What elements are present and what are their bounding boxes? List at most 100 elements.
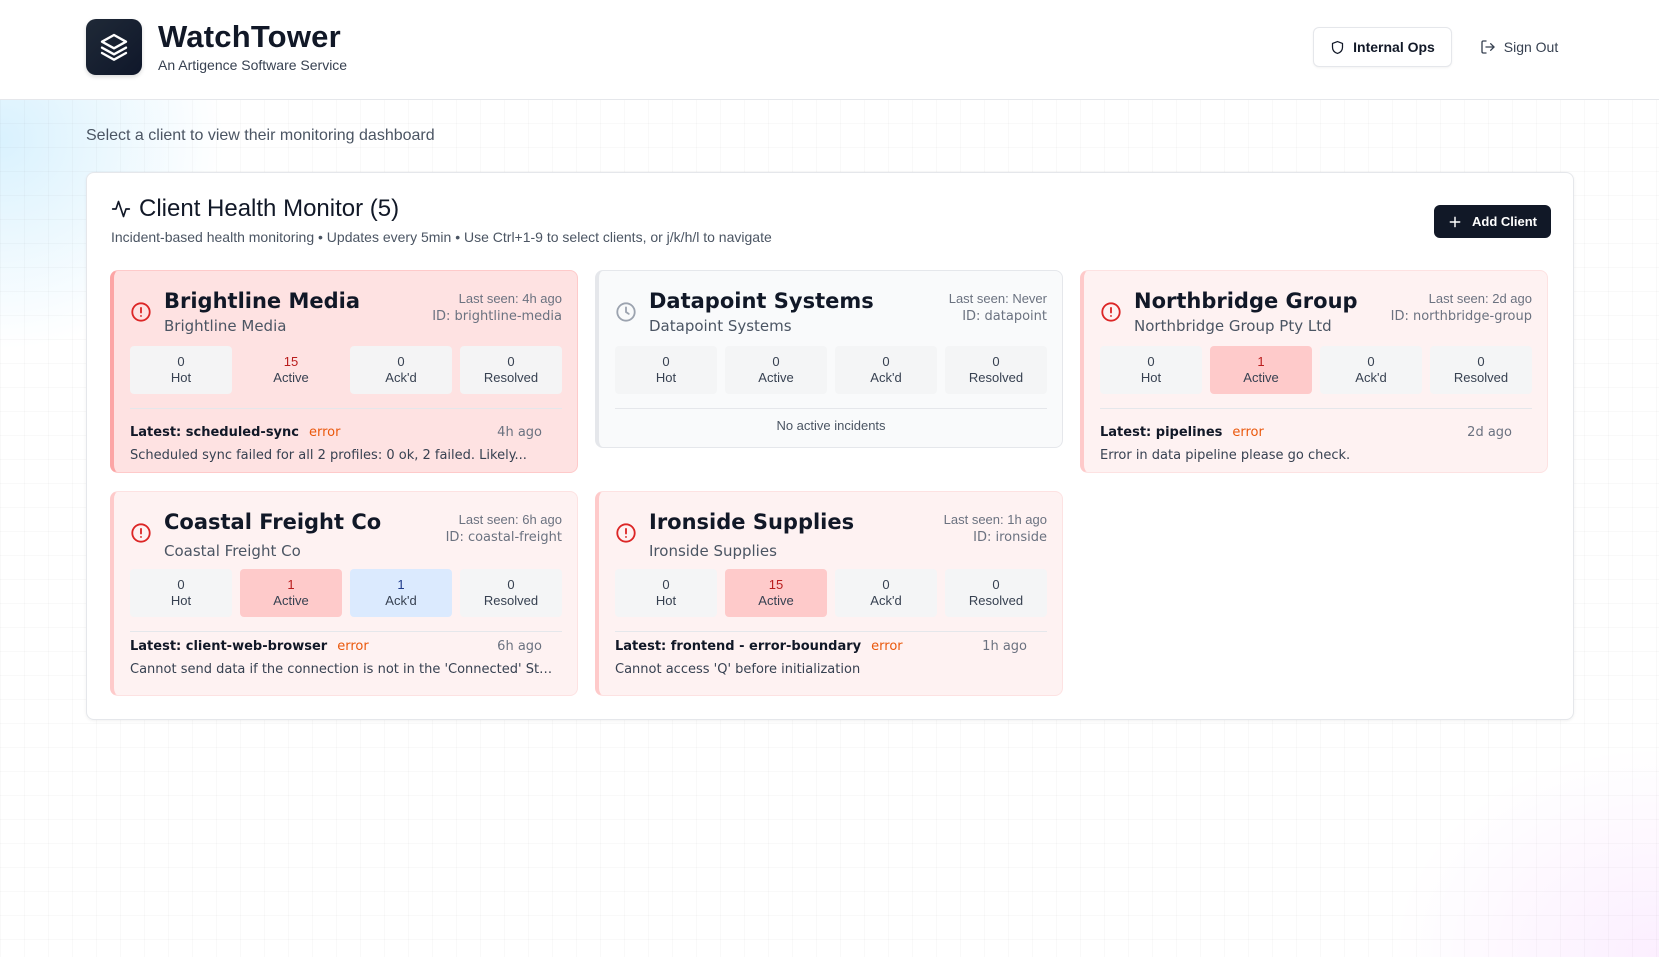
- latest-time: 6h ago: [497, 639, 542, 654]
- incident-stats: 0 Hot 15 Active 0 Ack'd 0 Resolved: [615, 569, 1047, 617]
- last-seen: Last seen: 1h ago: [943, 512, 1047, 527]
- layers-icon: [100, 33, 128, 61]
- incident-stats: 0 Hot 0 Active 0 Ack'd 0 Resolved: [615, 346, 1047, 394]
- page-hint: Select a client to view their monitoring…: [86, 127, 435, 144]
- last-seen: Last seen: Never: [948, 291, 1047, 306]
- stat-label: Hot: [1140, 370, 1162, 385]
- stat-ackd: 0 Ack'd: [350, 346, 452, 394]
- alert-circle-icon: [131, 523, 151, 543]
- client-name: Northbridge Group: [1134, 289, 1358, 313]
- stat-label: Resolved: [1453, 370, 1509, 385]
- client-org: Datapoint Systems: [649, 317, 792, 335]
- latest-time: 4h ago: [497, 425, 542, 440]
- stat-label: Active: [758, 370, 794, 385]
- stat-active: 1 Active: [1210, 346, 1312, 394]
- last-seen: Last seen: 6h ago: [458, 512, 562, 527]
- app-subtitle: An Artigence Software Service: [158, 57, 348, 73]
- stat-value: 0: [1367, 354, 1375, 369]
- client-org: Northbridge Group Pty Ltd: [1134, 317, 1332, 335]
- last-seen: Last seen: 4h ago: [458, 291, 562, 306]
- latest-source: Latest: client-web-browser: [130, 639, 328, 654]
- internal-ops-label: Internal Ops: [1353, 39, 1435, 55]
- stat-label: Ack'd: [870, 370, 902, 385]
- stat-value: 0: [177, 577, 185, 592]
- client-card-brightline-media[interactable]: Brightline Media Brightline Media Last s…: [110, 270, 578, 473]
- stat-resolved: 0 Resolved: [945, 346, 1047, 394]
- stat-resolved: 0 Resolved: [460, 569, 562, 617]
- last-seen: Last seen: 2d ago: [1428, 291, 1532, 306]
- stat-hot: 0 Hot: [1100, 346, 1202, 394]
- stat-value: 0: [177, 354, 185, 369]
- latest-severity: error: [871, 639, 903, 654]
- stat-hot: 0 Hot: [615, 569, 717, 617]
- stat-value: 0: [507, 577, 515, 592]
- add-client-button[interactable]: Add Client: [1434, 205, 1551, 238]
- app-header: WatchTower An Artigence Software Service…: [0, 0, 1659, 100]
- alert-circle-icon: [1101, 302, 1121, 322]
- stat-value: 15: [768, 577, 784, 592]
- sign-out-button[interactable]: Sign Out: [1474, 27, 1564, 67]
- stat-resolved: 0 Resolved: [945, 569, 1047, 617]
- stat-label: Ack'd: [1355, 370, 1387, 385]
- latest-source: Latest: scheduled-sync: [130, 425, 299, 440]
- alert-circle-icon: [131, 302, 151, 322]
- stat-label: Resolved: [483, 593, 539, 608]
- stat-value: 1: [1257, 354, 1265, 369]
- stat-label: Active: [273, 593, 309, 608]
- latest-message: Scheduled sync failed for all 2 profiles…: [130, 448, 527, 463]
- stat-value: 0: [992, 354, 1000, 369]
- client-name: Coastal Freight Co: [164, 510, 382, 534]
- client-id: ID: brightline-media: [432, 309, 562, 324]
- incident-stats: 0 Hot 15 Active 0 Ack'd 0 Resolved: [130, 346, 562, 394]
- stat-active: 0 Active: [725, 346, 827, 394]
- activity-icon: [111, 200, 131, 218]
- stat-ackd: 0 Ack'd: [835, 346, 937, 394]
- clock-icon: [616, 302, 636, 322]
- latest-incident: Latest: client-web-browser error 6h ago: [130, 639, 542, 654]
- latest-source: Latest: frontend - error-boundary: [615, 639, 862, 654]
- latest-message: Cannot send data if the connection is no…: [130, 662, 560, 677]
- latest-severity: error: [309, 425, 341, 440]
- stat-resolved: 0 Resolved: [1430, 346, 1532, 394]
- stat-hot: 0 Hot: [130, 569, 232, 617]
- card-divider: [130, 408, 562, 409]
- panel-title: Client Health Monitor (5): [111, 195, 399, 223]
- client-id: ID: northbridge-group: [1390, 309, 1532, 324]
- add-client-label: Add Client: [1472, 214, 1537, 229]
- client-org: Ironside Supplies: [649, 542, 777, 560]
- client-card-ironside-supplies[interactable]: Ironside Supplies Ironside Supplies Last…: [595, 491, 1063, 696]
- latest-severity: error: [1232, 425, 1264, 440]
- app-logo[interactable]: [86, 19, 142, 75]
- stat-value: 0: [992, 577, 1000, 592]
- stat-label: Resolved: [483, 370, 539, 385]
- latest-incident: Latest: pipelines error 2d ago: [1100, 425, 1512, 440]
- stat-value: 0: [1147, 354, 1155, 369]
- card-divider: [130, 631, 562, 632]
- client-health-panel: Client Health Monitor (5) Incident-based…: [86, 172, 1574, 720]
- latest-incident: Latest: scheduled-sync error 4h ago: [130, 425, 542, 440]
- stat-value: 0: [662, 577, 670, 592]
- stat-active: 15 Active: [725, 569, 827, 617]
- client-card-coastal-freight[interactable]: Coastal Freight Co Coastal Freight Co La…: [110, 491, 578, 696]
- stat-label: Ack'd: [385, 593, 417, 608]
- client-name: Datapoint Systems: [649, 289, 874, 313]
- app-title: WatchTower: [158, 19, 341, 54]
- card-divider: [615, 408, 1047, 409]
- client-org: Coastal Freight Co: [164, 542, 301, 560]
- client-id: ID: datapoint: [962, 309, 1047, 324]
- internal-ops-button[interactable]: Internal Ops: [1313, 27, 1452, 67]
- stat-label: Active: [1243, 370, 1279, 385]
- stat-resolved: 0 Resolved: [460, 346, 562, 394]
- stat-label: Active: [273, 370, 309, 385]
- client-card-datapoint-systems[interactable]: Datapoint Systems Datapoint Systems Last…: [595, 270, 1063, 448]
- client-card-northbridge-group[interactable]: Northbridge Group Northbridge Group Pty …: [1080, 270, 1548, 473]
- client-id: ID: coastal-freight: [445, 530, 562, 545]
- shield-icon: [1332, 40, 1344, 54]
- stat-label: Hot: [655, 593, 677, 608]
- latest-time: 2d ago: [1467, 425, 1512, 440]
- latest-severity: error: [337, 639, 369, 654]
- stat-label: Hot: [170, 370, 192, 385]
- latest-source: Latest: pipelines: [1100, 425, 1223, 440]
- stat-label: Active: [758, 593, 794, 608]
- log-out-icon: [1481, 40, 1495, 54]
